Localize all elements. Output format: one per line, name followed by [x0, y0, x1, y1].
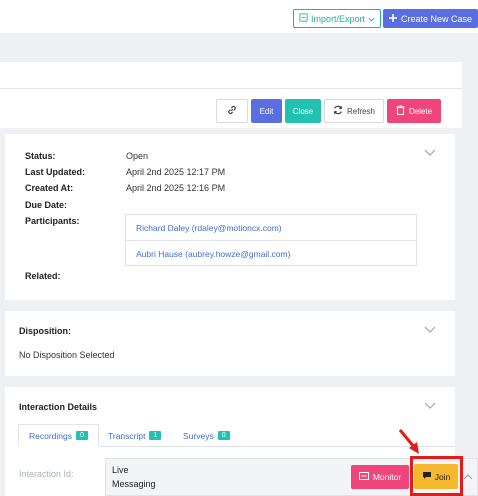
participants-label: Participants:	[25, 216, 80, 226]
edit-label: Edit	[259, 106, 274, 116]
chevron-down-icon[interactable]	[424, 149, 436, 157]
tab-transcript[interactable]: Transcript 1	[98, 424, 171, 447]
participant-item[interactable]: Aubri Hause (aubrey.howze@gmail.com)	[126, 241, 416, 267]
chevron-down-icon[interactable]	[424, 402, 436, 410]
tab-recordings[interactable]: Recordings 0	[18, 424, 99, 447]
refresh-button[interactable]: Refresh	[324, 99, 384, 123]
monitor-label: Monitor	[372, 472, 402, 482]
create-new-case-label: Create New Case	[400, 13, 473, 24]
participants-list: Richard Daley (rdaley@motioncx.com) Aubr…	[125, 214, 417, 266]
participant-item[interactable]: Richard Daley (rdaley@motioncx.com)	[126, 215, 416, 241]
count-badge: 0	[217, 431, 230, 440]
close-label: Close	[292, 106, 314, 116]
count-badge: 1	[149, 431, 162, 440]
tab-surveys[interactable]: Surveys 0	[173, 424, 240, 447]
participant-name[interactable]: Aubri Hause (aubrey.howze@gmail.com)	[136, 249, 290, 259]
interaction-id-label: Interaction Id:	[19, 469, 74, 479]
delete-button[interactable]: Delete	[387, 99, 441, 123]
tab-label: Recordings	[29, 430, 72, 441]
create-new-case-button[interactable]: Create New Case	[383, 9, 478, 28]
copy-link-button[interactable]	[216, 99, 248, 123]
monitor-icon	[358, 472, 369, 482]
interaction-status: Live	[112, 465, 129, 475]
related-label: Related:	[25, 271, 61, 281]
interaction-tabs: Recordings 0 Transcript 1 Surveys 0	[18, 424, 455, 447]
disposition-value: No Disposition Selected	[19, 350, 115, 360]
due-date-label: Due Date:	[25, 200, 68, 210]
monitor-button[interactable]: Monitor	[351, 465, 409, 489]
import-export-icon	[299, 13, 308, 24]
delete-label: Delete	[408, 106, 433, 116]
refresh-label: Refresh	[346, 106, 375, 116]
import-export-label: Import/Export	[310, 13, 366, 24]
interaction-details-title: Interaction Details	[19, 402, 98, 412]
participant-name[interactable]: Richard Daley (rdaley@motioncx.com)	[136, 223, 282, 233]
plus-icon	[388, 13, 397, 24]
chevron-down-icon[interactable]	[424, 326, 436, 334]
status-value: Open	[126, 151, 149, 161]
chevron-up-icon[interactable]	[463, 473, 473, 481]
status-label: Status:	[25, 151, 56, 161]
import-export-button[interactable]: Import/Export	[293, 9, 381, 28]
disposition-card	[5, 311, 455, 376]
tab-label: Surveys	[183, 430, 214, 441]
tab-label: Transcript	[108, 430, 146, 441]
count-badge: 0	[76, 431, 88, 440]
trash-icon	[396, 105, 405, 117]
divider	[0, 88, 462, 89]
interaction-channel: Messaging	[112, 479, 156, 489]
pointer-arrow-icon	[398, 429, 419, 454]
created-at-label: Created At:	[25, 183, 74, 193]
edit-button[interactable]: Edit	[251, 99, 282, 123]
link-icon	[227, 105, 237, 117]
refresh-icon	[333, 105, 343, 117]
close-case-button[interactable]: Close	[285, 99, 321, 123]
chevron-down-icon	[368, 14, 375, 24]
created-at-value: April 2nd 2025 12:16 PM	[126, 183, 226, 193]
top-bar: Import/Export Create New Case	[0, 0, 478, 33]
last-updated-label: Last Updated:	[25, 167, 86, 177]
last-updated-value: April 2nd 2025 12:17 PM	[126, 167, 226, 177]
disposition-title: Disposition:	[19, 326, 71, 336]
join-highlight-box	[410, 456, 463, 496]
